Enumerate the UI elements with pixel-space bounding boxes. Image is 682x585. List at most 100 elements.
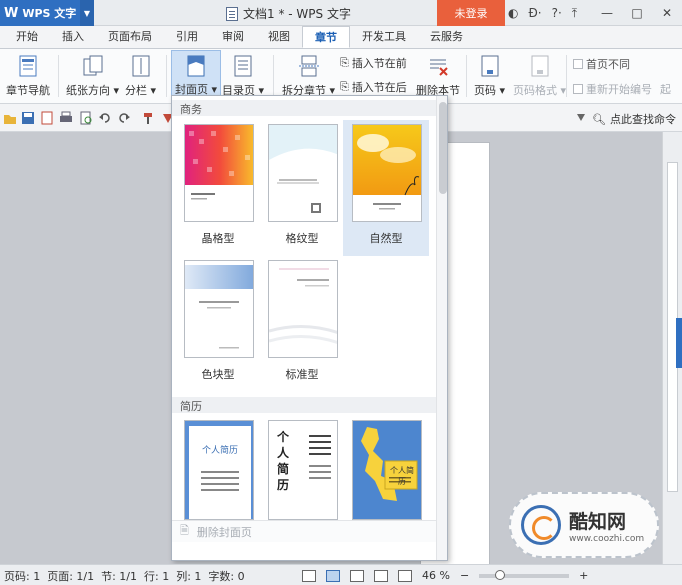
ribbon-toggle-icon[interactable]: ⤒ bbox=[572, 6, 577, 21]
resume-template-2[interactable]: 个 人 简 历 bbox=[259, 416, 345, 520]
insert-section-before-button[interactable]: ⎘ 插入节在前 bbox=[340, 55, 407, 71]
watermark-logo: 酷知网 www.coozhi.com bbox=[509, 492, 659, 558]
columns-button[interactable]: 分栏 ▾ bbox=[125, 53, 156, 98]
app-menu-button[interactable]: W WPS 文字 ▼ bbox=[0, 0, 94, 26]
resume-template-1[interactable]: 个人简历 bbox=[175, 416, 261, 520]
tab-view[interactable]: 视图 bbox=[256, 26, 302, 48]
section-header-resume bbox=[172, 397, 436, 413]
cover-template-grid[interactable]: 格纹型 bbox=[259, 120, 345, 256]
status-word-count[interactable]: 字数: 0 bbox=[208, 568, 244, 584]
tab-review[interactable]: 审阅 bbox=[210, 26, 256, 48]
tab-page-layout[interactable]: 页面布局 bbox=[96, 26, 164, 48]
cover-thumbnail: 个 人 简 历 bbox=[268, 420, 338, 520]
web-view-icon[interactable] bbox=[374, 569, 388, 582]
zoom-in-icon[interactable]: + bbox=[579, 569, 588, 582]
export-icon[interactable] bbox=[40, 111, 54, 125]
resume-title-text: 个人简历 bbox=[201, 446, 238, 456]
undo-icon[interactable] bbox=[98, 111, 112, 125]
help-icon[interactable]: ?· bbox=[552, 6, 562, 20]
first-page-different-checkbox[interactable]: 首页不同 bbox=[573, 56, 630, 72]
split-chapter-button[interactable]: 拆分章节 ▾ bbox=[282, 53, 335, 98]
cover-thumbnail bbox=[184, 260, 254, 358]
side-panel-tab[interactable] bbox=[676, 318, 682, 368]
cover-thumbnail bbox=[184, 124, 254, 222]
cover-page-icon bbox=[185, 53, 207, 78]
divider bbox=[273, 55, 274, 97]
divider bbox=[58, 55, 59, 97]
cover-thumbnail: 个人简历 bbox=[352, 420, 422, 520]
page-number-button[interactable]: 页码 ▾ bbox=[474, 53, 505, 98]
divider bbox=[466, 55, 467, 97]
page-number-label: 页码 ▾ bbox=[474, 84, 506, 97]
zoom-out-icon[interactable]: − bbox=[460, 569, 469, 582]
theme-icon[interactable]: Ð· bbox=[528, 6, 541, 20]
cover-template-standard[interactable]: 标准型 bbox=[259, 256, 345, 392]
pin-icon[interactable] bbox=[574, 111, 588, 125]
chapter-nav-button[interactable]: 章节导航 bbox=[6, 53, 50, 98]
skin-icon[interactable]: ◐ bbox=[508, 6, 518, 20]
page-number-format-button[interactable]: 页码格式 ▾ bbox=[513, 53, 566, 98]
tab-developer[interactable]: 开发工具 bbox=[350, 26, 418, 48]
delete-cover-page-label: 删除封面页 bbox=[196, 525, 252, 539]
insert-after-label: 插入节在后 bbox=[351, 81, 407, 94]
restart-numbering-checkbox[interactable]: 重新开始编号 bbox=[573, 81, 652, 97]
page-format-icon bbox=[529, 53, 551, 79]
tab-cloud[interactable]: 云服务 bbox=[418, 26, 475, 48]
status-pages: 页面: 1/1 bbox=[47, 570, 95, 583]
tab-insert[interactable]: 插入 bbox=[50, 26, 96, 48]
dropdown-scrollbar[interactable] bbox=[436, 96, 447, 560]
document-title: 文档1 * - WPS 文字 bbox=[226, 5, 351, 22]
reading-mode-icon[interactable] bbox=[398, 569, 412, 582]
outline-view-icon[interactable] bbox=[350, 569, 364, 582]
zoom-slider[interactable] bbox=[479, 569, 570, 580]
status-bar: 页码: 1 页面: 1/1 节: 1/1 行: 1 列: 1 字数: 0 46 … bbox=[0, 564, 682, 585]
orientation-icon bbox=[82, 53, 104, 79]
cover-template-label: 自然型 bbox=[369, 232, 403, 245]
insert-after-icon: ⎘ bbox=[340, 80, 349, 93]
find-command-search[interactable]: 🔍︎ 点此查找命令 bbox=[592, 111, 676, 127]
cover-template-color-block[interactable]: 色块型 bbox=[175, 256, 261, 392]
delete-section-button[interactable]: 删除本节 bbox=[416, 53, 460, 98]
format-painter-icon[interactable] bbox=[142, 111, 156, 125]
ribbon-tabs: 开始 插入 页面布局 引用 审阅 视图 章节 开发工具 云服务 bbox=[0, 26, 682, 49]
tab-chapter[interactable]: 章节 bbox=[302, 26, 350, 48]
cover-template-nature[interactable]: 自然型 bbox=[343, 120, 429, 256]
divider bbox=[166, 55, 167, 97]
delete-section-icon bbox=[427, 53, 449, 79]
zoom-level[interactable]: 46 % bbox=[422, 569, 450, 582]
close-icon[interactable]: ✕ bbox=[652, 0, 682, 26]
print-icon[interactable] bbox=[59, 111, 73, 125]
cover-page-button[interactable]: 封面页 ▾ bbox=[171, 50, 222, 100]
section-title-resume: 简历 bbox=[180, 400, 202, 413]
resume-title-text: 个 人 简 历 bbox=[277, 430, 290, 492]
insert-before-label: 插入节在前 bbox=[351, 57, 407, 70]
cover-thumbnail bbox=[352, 124, 422, 222]
page-number-icon bbox=[479, 53, 501, 79]
watermark-text: 酷知网 www.coozhi.com bbox=[569, 507, 644, 544]
open-folder-icon[interactable] bbox=[3, 111, 17, 125]
page-view-icon[interactable] bbox=[326, 569, 340, 582]
login-button[interactable]: 未登录 bbox=[437, 0, 505, 26]
zoom-slider-knob[interactable] bbox=[495, 569, 506, 580]
maximize-icon[interactable]: □ bbox=[622, 0, 652, 26]
paper-orientation-button[interactable]: 纸张方向 ▾ bbox=[66, 53, 119, 98]
tab-home[interactable]: 开始 bbox=[4, 26, 50, 48]
chevron-down-icon[interactable]: ▼ bbox=[80, 0, 94, 26]
restart-numbering-label: 重新开始编号 bbox=[586, 83, 652, 96]
full-screen-icon[interactable] bbox=[302, 569, 316, 582]
status-row: 行: 1 bbox=[144, 570, 170, 583]
status-controls: 46 % − + bbox=[302, 567, 588, 584]
resume-template-3[interactable]: 个人简历 bbox=[343, 416, 429, 520]
toc-page-button[interactable]: 目录页 ▾ bbox=[222, 53, 264, 98]
watermark-url: www.coozhi.com bbox=[569, 533, 645, 544]
insert-section-after-button[interactable]: ⎘ 插入节在后 bbox=[340, 79, 407, 95]
save-icon[interactable] bbox=[21, 111, 35, 125]
delete-cover-page-button[interactable]: 🗎 删除封面页 bbox=[172, 520, 436, 542]
print-preview-icon[interactable] bbox=[79, 111, 93, 125]
dropdown-scrollbar-thumb[interactable] bbox=[439, 102, 447, 194]
redo-icon[interactable] bbox=[117, 111, 131, 125]
minimize-icon[interactable]: — bbox=[592, 0, 622, 26]
tab-references[interactable]: 引用 bbox=[164, 26, 210, 48]
insert-before-icon: ⎘ bbox=[340, 56, 349, 69]
cover-template-lattice[interactable]: 晶格型 bbox=[175, 120, 261, 256]
